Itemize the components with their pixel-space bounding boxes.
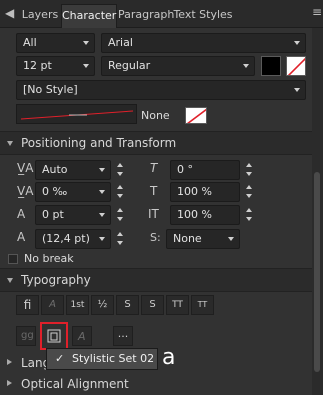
swashes-icon: gg <box>21 330 34 341</box>
font-style-select[interactable]: Regular <box>101 56 255 76</box>
tracking-select[interactable]: 0 ‰ <box>35 182 111 202</box>
expand-icon <box>7 359 12 365</box>
stroke-preview-icon <box>20 110 134 120</box>
vertical-scale-icon: T <box>150 184 158 198</box>
checkmark-icon: ✓ <box>55 352 65 365</box>
no-break-checkbox[interactable] <box>8 254 18 264</box>
kerning-value: Auto <box>42 163 68 176</box>
optical-alignment-title: Optical Alignment <box>21 377 129 391</box>
stroke-width-slider[interactable] <box>16 104 137 124</box>
positioning-title: Positioning and Transform <box>21 136 177 150</box>
typography-title: Typography <box>21 273 91 287</box>
leading-select[interactable]: (12,4 pt) <box>35 229 111 249</box>
stylistic-set-02-item[interactable]: ✓ Stylistic Set 02 <box>47 349 157 369</box>
expand-icon <box>7 380 12 386</box>
optical-alignment-section-header[interactable]: Optical Alignment <box>0 373 312 395</box>
tracking-icon: V̲A <box>17 184 34 198</box>
tab-text-styles[interactable]: Text Styles <box>173 4 233 28</box>
swashes-button[interactable]: gg <box>16 326 36 346</box>
font-style-value: Regular <box>108 59 151 72</box>
fill-color-swatch[interactable] <box>261 56 281 76</box>
vertical-scale-value: 100 % <box>177 185 212 198</box>
transform-select[interactable]: None <box>166 229 240 249</box>
transform-value: None <box>173 232 202 245</box>
vertical-scale-stepper[interactable] <box>246 182 254 202</box>
kerning-select[interactable]: Auto <box>35 160 111 180</box>
alternates-icon: A <box>78 330 86 343</box>
tab-layers[interactable]: Layers <box>20 4 60 28</box>
font-family-value: Arial <box>108 36 133 49</box>
stylistic-set-label: Stylistic Set 02 <box>72 352 155 365</box>
kerning-icon: V̲A <box>17 161 34 175</box>
baseline-value: 0 pt <box>42 208 64 221</box>
font-collection-value: All <box>23 36 37 49</box>
scrollbar-thumb[interactable] <box>314 172 320 372</box>
tab-character[interactable]: Character <box>61 4 117 28</box>
tracking-value: 0 ‰ <box>42 185 68 198</box>
vertical-scale-field[interactable]: 100 % <box>170 182 240 202</box>
font-size-value: 12 pt <box>23 59 52 72</box>
ordinals-button[interactable]: 1st <box>66 295 89 315</box>
text-style-select[interactable]: [No Style] <box>16 80 306 100</box>
stroke-color-swatch[interactable] <box>286 56 306 76</box>
no-color-icon <box>287 57 305 75</box>
shear-icon: T <box>150 161 158 175</box>
small-caps-button[interactable]: TT <box>191 295 214 315</box>
leading-icon: A <box>17 230 26 244</box>
font-family-select[interactable]: Arial <box>101 33 306 53</box>
leading-value: (12,4 pt) <box>42 232 90 245</box>
panel-menu-icon[interactable]: ≡ <box>312 5 322 19</box>
stylistic-set-preview: a <box>162 345 176 370</box>
fractions-button[interactable]: ½ <box>91 295 114 315</box>
font-size-select[interactable]: 12 pt <box>16 56 95 76</box>
ligatures-button[interactable]: fi <box>16 295 39 315</box>
superscript-button[interactable]: S <box>116 295 139 315</box>
subscript-button[interactable]: S <box>141 295 164 315</box>
transform-label: S: <box>150 231 161 244</box>
horizontal-scale-value: 100 % <box>177 208 212 221</box>
tracking-stepper[interactable] <box>117 182 125 202</box>
leading-stepper[interactable] <box>117 229 125 249</box>
swash-button[interactable]: A <box>41 295 64 315</box>
stroke-swatch[interactable] <box>185 107 207 124</box>
text-style-value: [No Style] <box>23 83 78 96</box>
stylistic-sets-button[interactable] <box>40 322 68 350</box>
panel-tab-bar: ◀ Layers Character Paragraph Text Styles… <box>0 0 323 28</box>
alternates-button[interactable]: A <box>72 326 92 346</box>
no-color-icon <box>187 108 206 123</box>
typography-section-header[interactable]: Typography <box>0 268 312 292</box>
horizontal-scale-stepper[interactable] <box>246 205 254 225</box>
horizontal-scale-field[interactable]: 100 % <box>170 205 240 225</box>
font-collection-select[interactable]: All <box>16 33 95 53</box>
collapse-icon[interactable]: ◀ <box>5 6 14 20</box>
all-caps-button[interactable]: TT <box>166 295 189 315</box>
typography-buttons: fi A 1st ½ S S TT TT <box>16 295 236 315</box>
positioning-section-header[interactable]: Positioning and Transform <box>0 131 312 155</box>
stroke-value: None <box>141 109 170 122</box>
stylistic-set-popup: ✓ Stylistic Set 02 <box>46 348 158 370</box>
stylistic-set-icon <box>47 329 61 343</box>
kerning-stepper[interactable] <box>117 160 125 180</box>
more-options-button[interactable]: ... <box>113 326 133 346</box>
no-break-label: No break <box>24 252 74 265</box>
horizontal-scale-icon: IT <box>148 207 159 221</box>
baseline-select[interactable]: 0 pt <box>35 205 111 225</box>
baseline-icon: A <box>17 207 26 221</box>
shear-stepper[interactable] <box>246 160 254 180</box>
shear-field[interactable]: 0 ° <box>170 160 240 180</box>
baseline-stepper[interactable] <box>117 205 125 225</box>
shear-value: 0 ° <box>177 163 193 176</box>
tab-paragraph[interactable]: Paragraph <box>118 4 174 28</box>
